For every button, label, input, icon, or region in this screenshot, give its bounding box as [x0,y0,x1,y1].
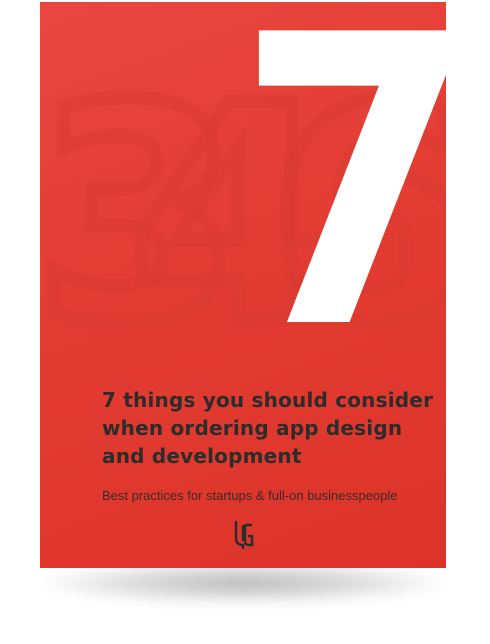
cover-drop-shadow [40,562,446,604]
cover-subtitle: Best practices for startups & full-on bu… [102,488,398,503]
ebook-cover-stage: 3 4 6 7 things you should consider when … [0,0,490,644]
ebook-cover: 3 4 6 7 things you should consider when … [40,2,446,568]
cover-title: 7 things you should consider when orderi… [102,386,446,470]
cover-title-line-1: 7 things you should consider [102,388,434,412]
background-digits: 3 4 6 [40,35,446,398]
background-digit-6: 6 [268,42,446,391]
cover-title-line-3: and development [102,444,302,468]
cover-title-line-2: when ordering app design [102,416,403,440]
ug-monogram-icon [234,521,254,549]
